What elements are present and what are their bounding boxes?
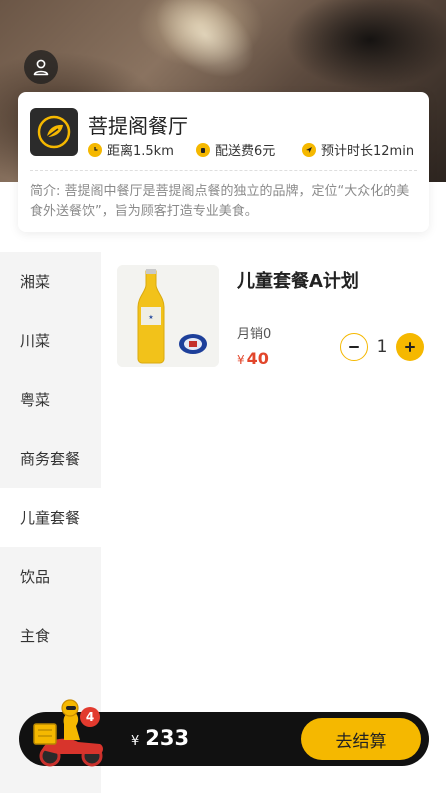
distance-text: 距离1.5km bbox=[107, 144, 174, 159]
eta-info: 预计时长12min bbox=[302, 140, 414, 159]
sidebar-category-item[interactable]: 饮品 bbox=[0, 547, 101, 606]
clock-icon bbox=[88, 142, 102, 157]
product-price: ¥40 bbox=[237, 349, 269, 368]
delivery-fee-info: 配送费6元 bbox=[196, 140, 275, 159]
plus-icon bbox=[405, 342, 415, 352]
increase-quantity-button[interactable] bbox=[396, 333, 424, 361]
quantity-value: 1 bbox=[376, 337, 388, 357]
price-currency: ¥ bbox=[237, 353, 245, 367]
minus-icon bbox=[349, 346, 359, 348]
sidebar-category-item[interactable]: 粤菜 bbox=[0, 370, 101, 429]
sidebar-category-item[interactable]: 商务套餐 bbox=[0, 429, 101, 488]
shop-logo bbox=[30, 108, 78, 156]
shop-name: 菩提阁餐厅 bbox=[88, 114, 188, 138]
sidebar-category-item[interactable]: 主食 bbox=[0, 606, 101, 665]
product-card[interactable]: ★ 儿童套餐A计划 月销0 ¥40 1 bbox=[117, 265, 427, 375]
cart-total-value: 233 bbox=[145, 726, 190, 750]
user-icon bbox=[33, 59, 49, 76]
cart-currency: ¥ bbox=[131, 734, 140, 749]
sidebar-category-item[interactable]: 川菜 bbox=[0, 311, 101, 370]
shop-intro: 简介: 菩提阁中餐厅是菩提阁点餐的独立的品牌，定位“大众化的美食外送餐饮”，旨为… bbox=[30, 184, 410, 219]
eta-text: 预计时长12min bbox=[321, 144, 415, 159]
card-divider bbox=[30, 170, 417, 171]
shop-info-card: 菩提阁餐厅 距离1.5km 配送费6元 预计时长12min 简介: 菩提阁中餐厅… bbox=[18, 92, 429, 232]
sidebar-category-item[interactable]: 湘菜 bbox=[0, 252, 101, 311]
restaurant-menu-page: 菩提阁餐厅 距离1.5km 配送费6元 预计时长12min 简介: 菩提阁中餐厅… bbox=[0, 0, 446, 793]
hero-highlight bbox=[139, 0, 271, 96]
cart-total: ¥233 bbox=[131, 726, 189, 750]
checkout-button[interactable]: 去结算 bbox=[301, 718, 421, 760]
decrease-quantity-button[interactable] bbox=[340, 333, 368, 361]
cart-count-badge: 4 bbox=[80, 707, 100, 727]
delivery-fee-text: 配送费6元 bbox=[215, 144, 276, 159]
price-value: 40 bbox=[246, 349, 269, 368]
money-bag-icon bbox=[196, 142, 210, 157]
quantity-stepper: 1 bbox=[340, 333, 424, 361]
navigation-arrow-icon bbox=[302, 142, 316, 157]
distance-info: 距离1.5km bbox=[88, 140, 174, 159]
svg-text:★: ★ bbox=[148, 314, 153, 321]
product-monthly-sales: 月销0 bbox=[237, 327, 272, 342]
leaf-logo-icon bbox=[37, 115, 71, 149]
product-image: ★ bbox=[117, 265, 219, 367]
delivery-rider-cart-icon[interactable] bbox=[28, 694, 110, 768]
product-title: 儿童套餐A计划 bbox=[237, 271, 359, 292]
user-profile-button[interactable] bbox=[24, 50, 58, 84]
sidebar-category-item[interactable]: 儿童套餐 bbox=[0, 488, 101, 547]
